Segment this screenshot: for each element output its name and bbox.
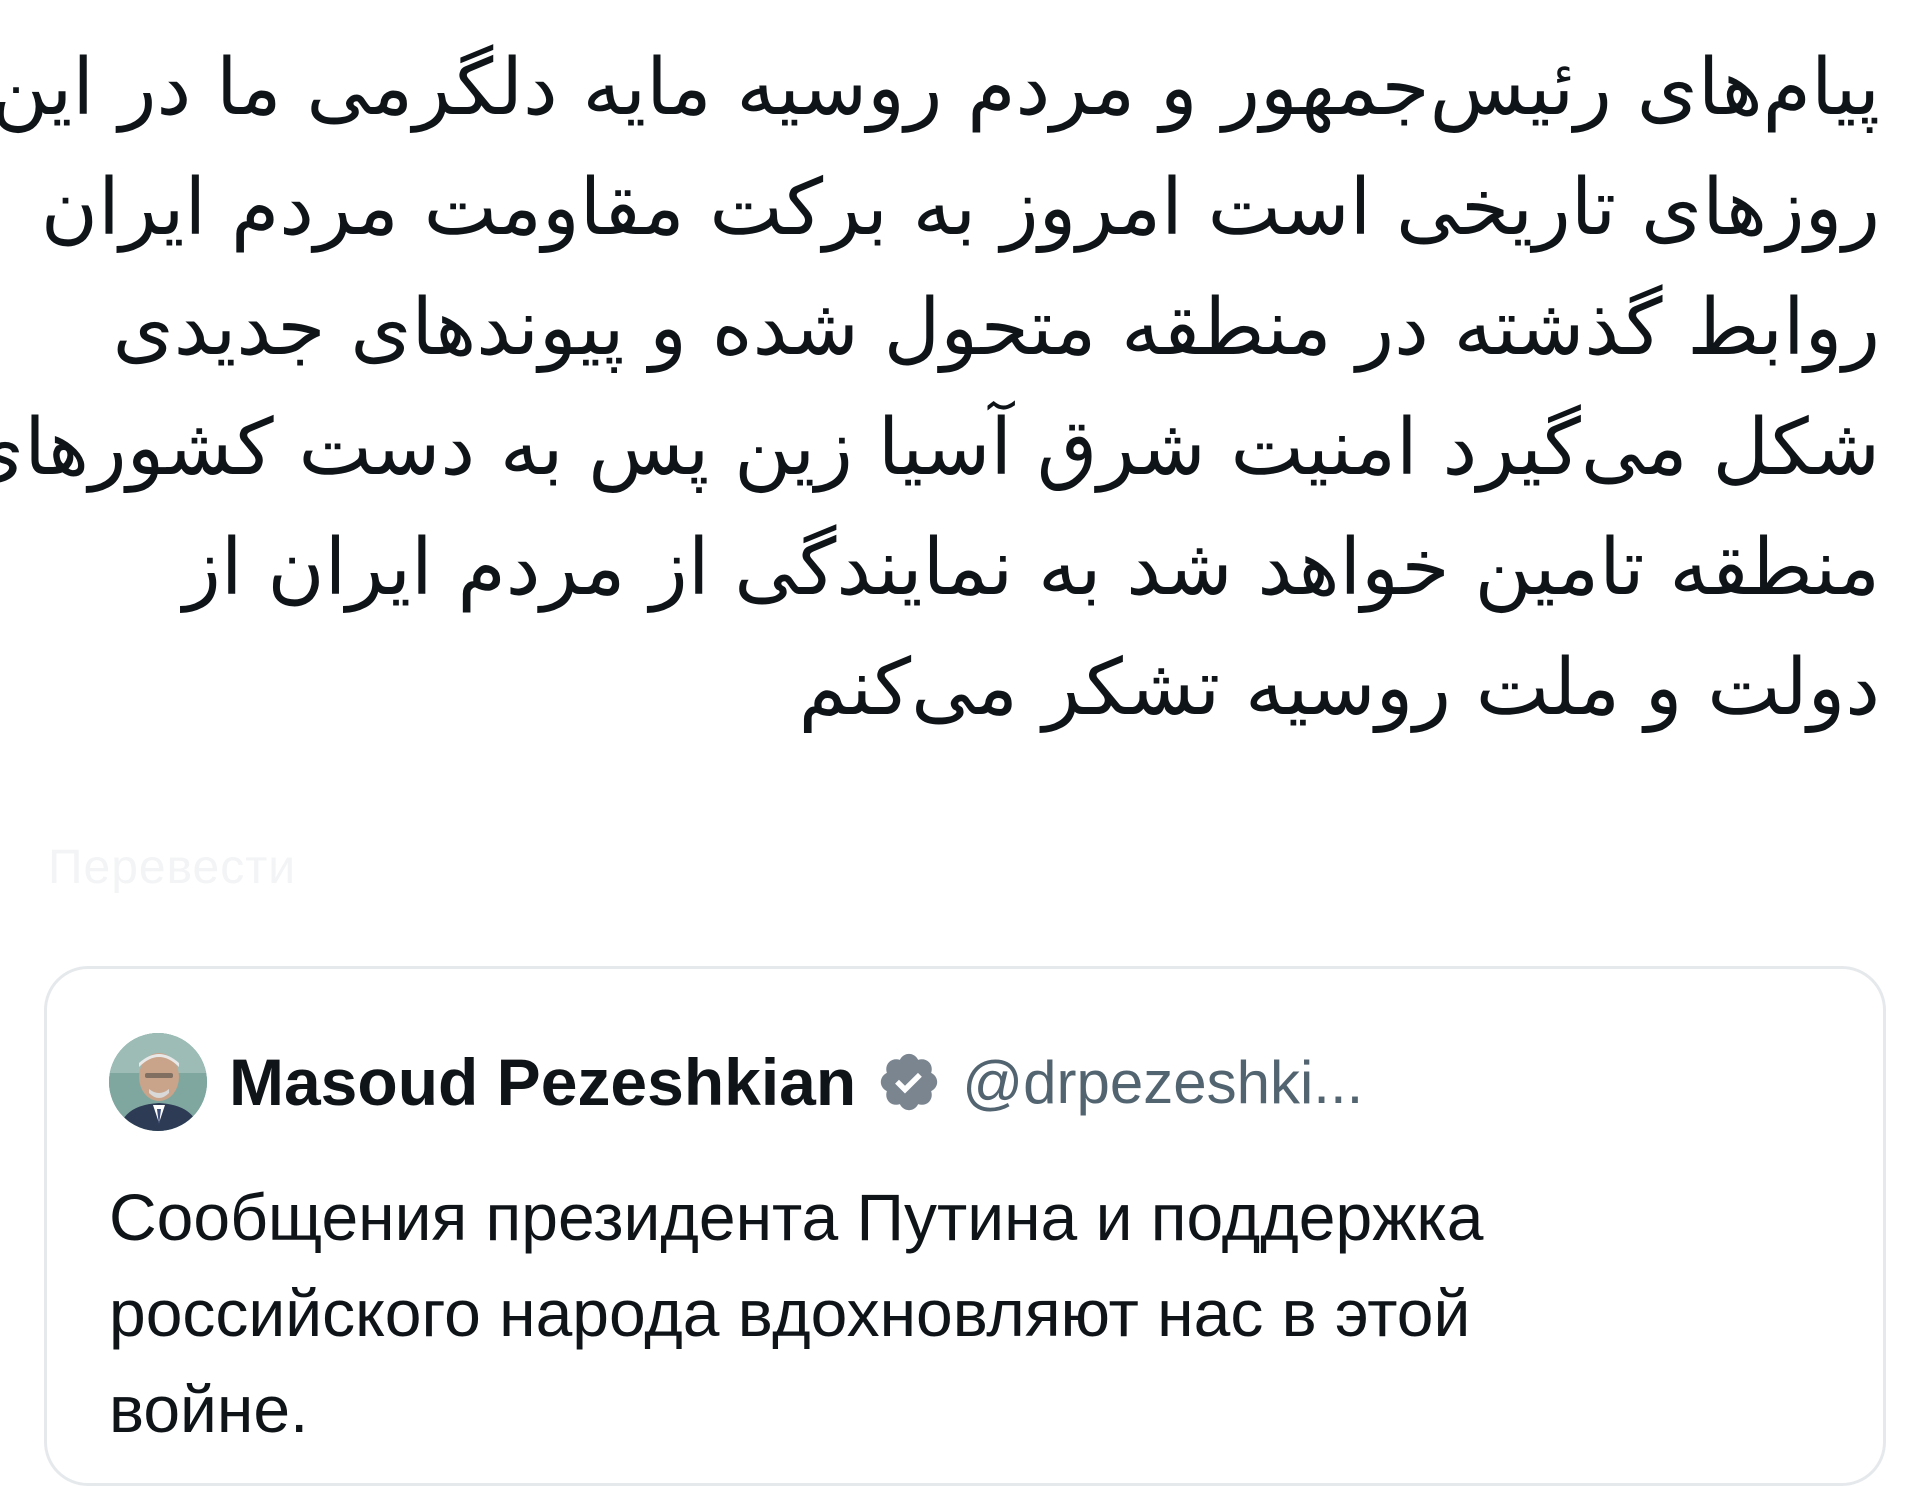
tweet-text-line: منطقه تامین خواهد شد به نمایندگی از مردم… xyxy=(183,523,1880,613)
tweet-text-line: دولت و ملت روسیه تشکر می‌کنم xyxy=(798,643,1880,733)
verified-badge-icon xyxy=(881,1053,938,1111)
quoted-tweet-text-line: российского народа вдохновляют нас в это… xyxy=(109,1276,1471,1350)
tweet-text-line: روابط گذشته در منطقه متحول شده و پیوندها… xyxy=(112,283,1880,373)
author-name[interactable]: Masoud Pezeshkian xyxy=(229,1044,856,1120)
translate-link-label: Перевести xyxy=(48,841,297,894)
quoted-tweet-card[interactable]: Masoud Pezeshkian @drpezeshki... Сообщен… xyxy=(44,966,1886,1486)
avatar-photo xyxy=(109,1033,207,1131)
tweet-text-line: روزهای تاریخی است امروز به برکت مقاومت م… xyxy=(40,163,1880,253)
quoted-tweet-header: Masoud Pezeshkian @drpezeshki... xyxy=(109,1027,1363,1137)
quoted-tweet-text-line: Сообщения президента Путина и поддержка xyxy=(109,1180,1484,1254)
quoted-tweet-text: Сообщения президента Путина и поддержка … xyxy=(109,1169,1829,1457)
quoted-tweet-text-line: войне. xyxy=(109,1372,309,1446)
author-handle[interactable]: @drpezeshki... xyxy=(962,1048,1363,1117)
tweet-text-line: پیام‌های رئیس‌جمهور و مردم روسیه مایه دل… xyxy=(0,43,1880,133)
tweet-text: پیام‌های رئیس‌جمهور و مردم روسیه مایه دل… xyxy=(0,28,1880,748)
avatar[interactable] xyxy=(109,1033,207,1131)
tweet-text-line: شکل می‌گیرد امنیت شرق آسیا زین پس به دست… xyxy=(0,403,1880,493)
translate-link[interactable]: Перевести xyxy=(48,840,608,900)
